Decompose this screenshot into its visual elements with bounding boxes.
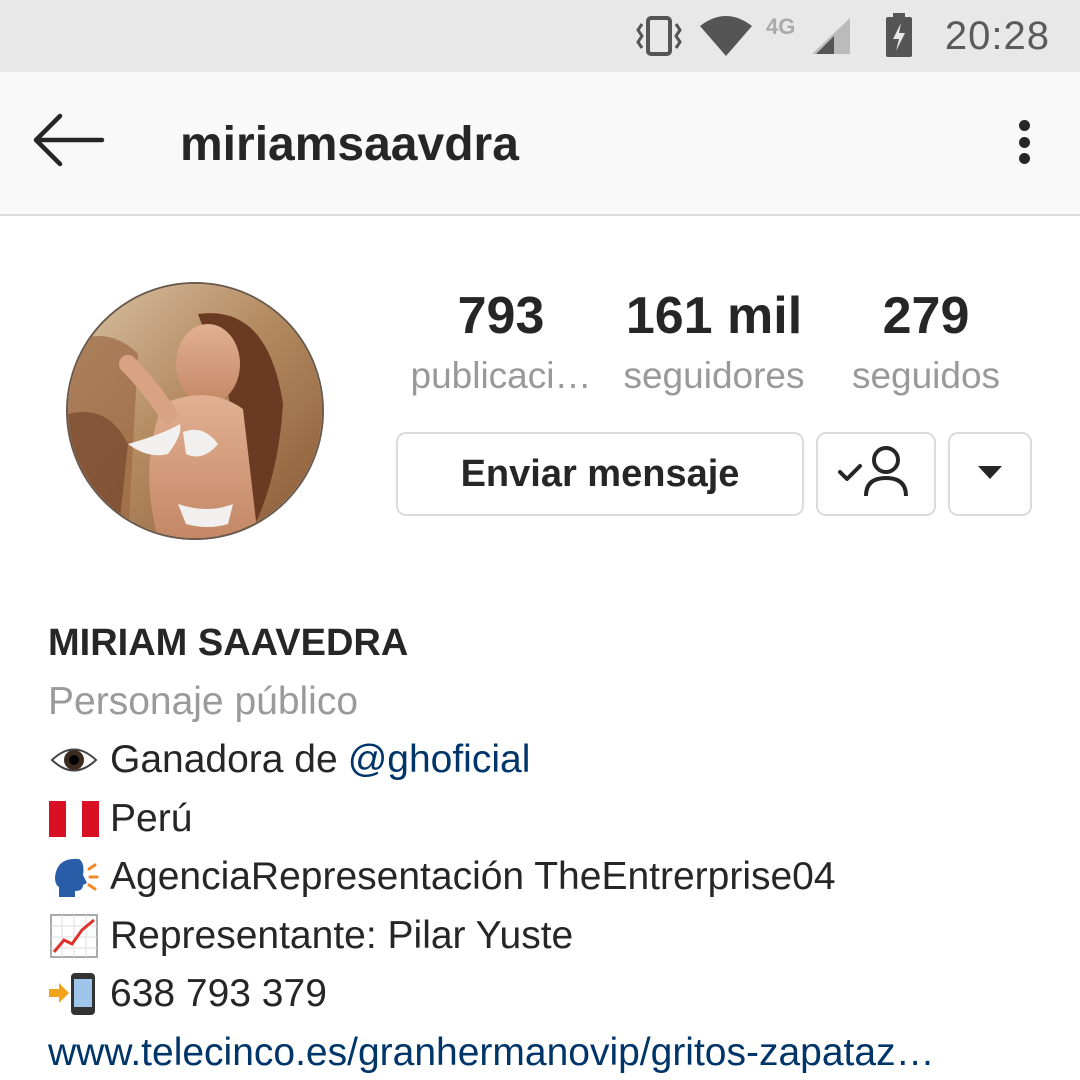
profile-header: miriamsaavdra bbox=[0, 72, 1080, 216]
speaking-head-icon bbox=[48, 854, 100, 900]
header-username: miriamsaavdra bbox=[180, 117, 519, 171]
stat-following-label: seguidos bbox=[851, 355, 1001, 396]
website-link[interactable]: www.telecinco.es/granhermanovip/gritos-z… bbox=[48, 1024, 1058, 1080]
back-arrow-icon bbox=[30, 110, 106, 175]
battery-charging-icon bbox=[884, 0, 914, 72]
stat-posts[interactable]: 793 publicaci… bbox=[396, 284, 606, 404]
eye-emoji-icon bbox=[48, 737, 100, 783]
avatar[interactable] bbox=[66, 282, 324, 540]
network-type: 4G bbox=[766, 14, 796, 39]
bio-text: Perú bbox=[110, 796, 193, 840]
bio-text: AgenciaRepresentación TheEntrerprise04 bbox=[110, 855, 836, 898]
stat-following[interactable]: 279 seguidos bbox=[826, 284, 1026, 404]
bio-text: Ganadora de bbox=[110, 738, 338, 781]
following-button[interactable] bbox=[816, 432, 936, 516]
stat-following-value: 279 bbox=[882, 287, 970, 345]
full-name: MIRIAM SAAVEDRA bbox=[48, 622, 409, 664]
status-time: 20:28 bbox=[944, 13, 1050, 58]
stat-followers-value: 161 mil bbox=[625, 287, 803, 345]
suggestions-dropdown-button[interactable] bbox=[948, 432, 1032, 516]
bio-line: 638 793 379 bbox=[48, 965, 1058, 1024]
status-bar: 4G 20:28 bbox=[0, 0, 1080, 72]
wifi-icon bbox=[698, 0, 754, 72]
dropdown-triangle-icon bbox=[978, 464, 1002, 485]
send-message-button[interactable]: Enviar mensaje bbox=[396, 432, 804, 516]
vibrate-icon bbox=[634, 0, 684, 72]
chart-increasing-icon bbox=[48, 913, 100, 959]
bio-line: Representante: Pilar Yuste bbox=[48, 907, 1058, 966]
profile-bio: MIRIAM SAAVEDRA Personaje público Ganado… bbox=[48, 614, 1058, 1080]
mention-link[interactable]: @ghoficial bbox=[348, 731, 531, 790]
stat-posts-value: 793 bbox=[457, 287, 545, 345]
bio-line: Ganadora de @ghoficial bbox=[48, 731, 1058, 790]
stat-followers-label: seguidores bbox=[623, 355, 805, 396]
more-vertical-icon bbox=[1018, 120, 1030, 131]
bio-line: AgenciaRepresentación TheEntrerprise04 bbox=[48, 848, 1058, 907]
bio-text: 638 793 379 bbox=[110, 972, 327, 1015]
stat-posts-label: publicaci… bbox=[410, 355, 592, 396]
back-button[interactable] bbox=[30, 112, 114, 172]
peru-flag-icon bbox=[48, 796, 100, 842]
more-options-button[interactable] bbox=[1004, 112, 1044, 172]
bio-line: Perú bbox=[48, 790, 1058, 849]
signal-icon bbox=[810, 0, 854, 72]
mobile-arrow-icon bbox=[48, 971, 100, 1017]
bio-text: Representante: Pilar Yuste bbox=[110, 913, 574, 957]
stat-followers[interactable]: 161 mil seguidores bbox=[608, 284, 820, 404]
category-label: Personaje público bbox=[48, 679, 359, 723]
following-user-icon bbox=[836, 444, 916, 505]
